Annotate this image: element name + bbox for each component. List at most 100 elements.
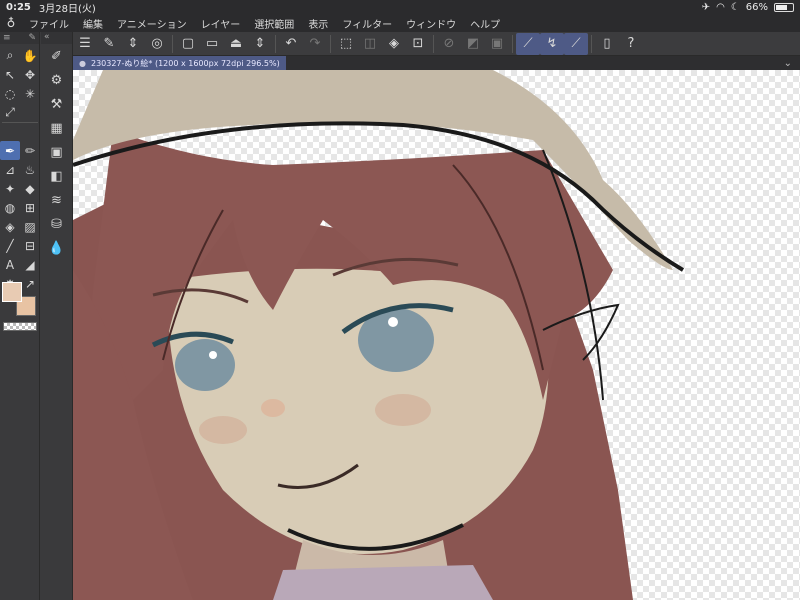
canvas-tab-title: 230327-ぬり絵* (1200 x 1600px 72dpi 296.5%): [90, 58, 280, 68]
figure-tool-icon[interactable]: ╱: [0, 236, 20, 255]
pencil-tool-icon[interactable]: ✏: [20, 141, 40, 160]
lasso-tool-icon[interactable]: ◌: [0, 84, 20, 103]
fill-tool-icon[interactable]: ◈: [0, 217, 20, 236]
menu-item[interactable]: アニメーション: [110, 16, 194, 31]
crop-icon[interactable]: ◫: [358, 33, 382, 55]
record-icon[interactable]: ◎: [145, 33, 169, 55]
transparent-color-swatch[interactable]: [3, 322, 37, 331]
command-separator: [433, 34, 434, 53]
eraser-tool-icon[interactable]: ◆: [20, 179, 40, 198]
menu-item[interactable]: フィルター: [335, 16, 399, 31]
navigator-icon[interactable]: ▣: [41, 140, 72, 164]
decoration-tool-icon[interactable]: ✦: [0, 179, 20, 198]
tab-close-icon[interactable]: ●: [79, 59, 86, 68]
menu-item[interactable]: ファイル: [22, 16, 76, 31]
illustration: [73, 70, 685, 600]
hide-selection-icon[interactable]: ⊘: [437, 33, 461, 55]
ios-status-bar: 0:25 3月28日(火) ✈ ◠ ☾ 66%: [0, 0, 800, 15]
help-icon[interactable]: ?: [619, 33, 643, 55]
sub-tool-column: « ✐ ⚙ ⚒ ▦ ▣ ◧ ≋ ⛁ 💧: [41, 32, 73, 600]
move-tool-icon[interactable]: ✥: [20, 65, 40, 84]
command-separator: [591, 34, 592, 53]
drawing-canvas[interactable]: [73, 70, 800, 600]
balloon-tool-icon[interactable]: ◢: [20, 255, 40, 274]
menu-icon[interactable]: ☰: [73, 33, 97, 55]
fill-icon[interactable]: ◈: [382, 33, 406, 55]
airbrush-tool-icon[interactable]: ♨: [20, 160, 40, 179]
select-clear-icon[interactable]: ⬚: [334, 33, 358, 55]
ruler-tool-icon[interactable]: ⊞: [20, 198, 40, 217]
edit-icon[interactable]: ✎: [97, 33, 121, 55]
subtool-pen-icon[interactable]: ✐: [41, 44, 72, 68]
material-icon[interactable]: ⛁: [41, 212, 72, 236]
menu-items: ファイル 編集 アニメーション レイヤー 選択範囲 表示 フィルター ウィンドウ ヘルプ: [22, 16, 507, 31]
canvas-tab-bar: ● 230327-ぬり絵* (1200 x 1600px 72dpi 296.5…: [73, 56, 800, 70]
eyedropper-icon[interactable]: ⤢: [0, 103, 20, 122]
menu-item[interactable]: レイヤー: [194, 16, 248, 31]
canvas-tab[interactable]: ● 230327-ぬり絵* (1200 x 1600px 72dpi 296.5…: [73, 56, 286, 70]
battery-percent: 66%: [745, 1, 768, 13]
menu-item[interactable]: 表示: [301, 16, 335, 31]
command-separator: [172, 34, 173, 53]
object-tool-icon[interactable]: ↖: [0, 65, 20, 84]
invert-icon[interactable]: ◩: [461, 33, 485, 55]
command-separator: [512, 34, 513, 53]
airplane-icon: ✈: [701, 1, 711, 13]
palette-menu-icon[interactable]: ≡: [3, 33, 11, 43]
clip-studio-logo-icon[interactable]: ♁: [0, 16, 22, 30]
expand-icon[interactable]: ▣: [485, 33, 509, 55]
main-color-swatch[interactable]: [2, 282, 22, 302]
save-icon[interactable]: ⏏: [224, 33, 248, 55]
right-eye-highlight: [388, 317, 398, 327]
menu-item[interactable]: 編集: [76, 16, 110, 31]
undo-icon[interactable]: ↶: [279, 33, 303, 55]
tool-palette: ≡ ✎ ⌕✋↖✥◌✳⤢✒✏⊿♨✦◆◍⊞◈▨╱⊟A◢✸↗: [0, 32, 40, 600]
color-drops-icon[interactable]: 💧: [41, 236, 72, 260]
hand-tool-icon[interactable]: ✋: [20, 46, 40, 65]
tool-divider: [2, 122, 38, 123]
redo-icon[interactable]: ↷: [303, 33, 327, 55]
smartphone-icon[interactable]: ▯: [595, 33, 619, 55]
brush-stroke-icon[interactable]: ↯: [540, 32, 564, 55]
layer-icon[interactable]: ◧: [41, 164, 72, 188]
palette-pen-icon[interactable]: ✎: [28, 33, 36, 43]
text-tool-icon[interactable]: A: [0, 255, 20, 274]
new-file-icon[interactable]: ▢: [176, 33, 200, 55]
battery-icon: [774, 2, 794, 12]
clip-studio-window: 0:25 3月28日(火) ✈ ◠ ☾ 66% ♁ ファイル 編集 アニメーションレ…: [0, 0, 800, 600]
updown-icon[interactable]: ⇕: [121, 33, 145, 55]
pen-correction-icon[interactable]: ⟋: [516, 32, 540, 55]
shirt: [273, 565, 493, 600]
menu-item[interactable]: 選択範囲: [247, 16, 301, 31]
line-icon[interactable]: ⟋: [564, 32, 588, 55]
right-cheek: [375, 394, 431, 426]
brush-tool-icon[interactable]: ⊿: [0, 160, 20, 179]
left-eye: [175, 339, 235, 391]
tool-grid: ⌕✋↖✥◌✳⤢✒✏⊿♨✦◆◍⊞◈▨╱⊟A◢✸↗: [0, 44, 39, 293]
magic-wand-icon[interactable]: ✳: [20, 84, 40, 103]
subtool-settings-icon[interactable]: ⚙: [41, 68, 72, 92]
open-folder-icon[interactable]: ▭: [200, 33, 224, 55]
gradient-tool-icon[interactable]: ▨: [20, 217, 40, 236]
chevron-down-icon[interactable]: ⌄: [784, 58, 800, 69]
subtool-detail-icon[interactable]: ▦: [41, 116, 72, 140]
command-separator: [330, 34, 331, 53]
sub-tool-header: «: [41, 32, 72, 44]
battery-fill: [776, 4, 787, 10]
menu-item[interactable]: ウィンドウ: [399, 16, 463, 31]
command-bar: ☰ ✎ ⇕ ◎ ▢ ▭ ⏏ ⇕ ↶ ↷ ⬚ ◫ ◈ ⊡ ⊘ ◩ ▣ ⟋ ↯ ⟋ ▯?: [73, 32, 800, 56]
layers-stack-icon[interactable]: ≋: [41, 188, 72, 212]
frame-tool-icon[interactable]: ⊟: [20, 236, 40, 255]
menu-bar: ♁ ファイル 編集 アニメーション レイヤー 選択範囲 表示 フィルター ウィンドウ ヘルプ: [0, 14, 800, 32]
zoom-tool-icon[interactable]: ⌕: [0, 46, 20, 65]
nose: [261, 399, 285, 417]
menu-item[interactable]: ヘルプ: [463, 16, 507, 31]
transform-icon[interactable]: ⊡: [406, 33, 430, 55]
subtool-property-icon[interactable]: ⚒: [41, 92, 72, 116]
left-cheek: [199, 416, 247, 444]
tool-palette-header: ≡ ✎: [0, 32, 39, 44]
color-swatches: [2, 282, 38, 318]
pen-tool-icon[interactable]: ✒: [0, 141, 20, 160]
blend-tool-icon[interactable]: ◍: [0, 198, 20, 217]
updown-icon-2[interactable]: ⇕: [248, 33, 272, 55]
